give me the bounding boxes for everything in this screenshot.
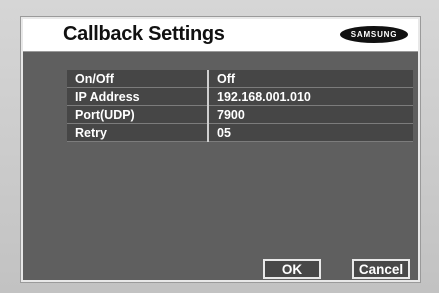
setting-row-port[interactable]: Port(UDP) 7900 — [67, 105, 413, 124]
setting-label-ip-address: IP Address — [67, 87, 209, 106]
page-title: Callback Settings — [63, 23, 225, 45]
setting-value-retry[interactable]: 05 — [208, 123, 413, 142]
setting-label-on-off: On/Off — [67, 70, 209, 88]
setting-row-on-off[interactable]: On/Off Off — [67, 70, 413, 88]
setting-row-retry[interactable]: Retry 05 — [67, 123, 413, 142]
ok-button[interactable]: OK — [263, 259, 321, 279]
settings-table: On/Off Off IP Address 192.168.001.010 Po… — [67, 70, 413, 142]
settings-screen: Callback Settings SAMSUNG On/Off Off IP … — [21, 17, 420, 282]
title-bar: Callback Settings SAMSUNG — [23, 19, 418, 52]
device-frame: Callback Settings SAMSUNG On/Off Off IP … — [0, 0, 439, 293]
setting-label-retry: Retry — [67, 123, 209, 142]
setting-row-ip-address[interactable]: IP Address 192.168.001.010 — [67, 87, 413, 106]
cancel-button[interactable]: Cancel — [352, 259, 410, 279]
samsung-logo: SAMSUNG — [340, 26, 408, 43]
setting-value-ip-address[interactable]: 192.168.001.010 — [208, 87, 413, 106]
samsung-logo-text: SAMSUNG — [350, 30, 398, 39]
setting-value-port[interactable]: 7900 — [208, 105, 413, 124]
setting-value-on-off[interactable]: Off — [208, 70, 413, 88]
setting-label-port: Port(UDP) — [67, 105, 209, 124]
